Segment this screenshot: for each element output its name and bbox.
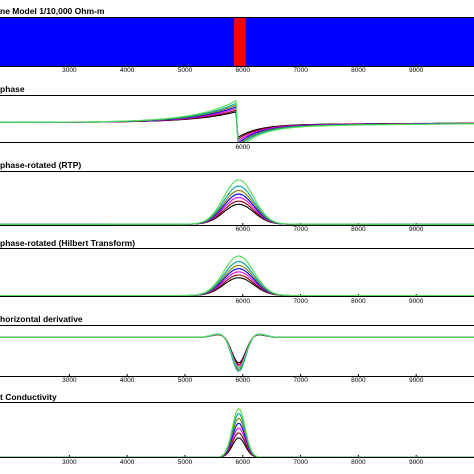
panel-phase: phase 6000: [0, 82, 474, 155]
x-tick-label: 5000: [177, 459, 193, 466]
series-line: [0, 268, 474, 296]
panel-title: phase-rotated (Hilbert Transform): [0, 238, 136, 248]
x-tick-label: 8000: [351, 377, 366, 384]
x-tick-label: 4000: [119, 377, 135, 384]
series-line: [0, 264, 474, 296]
x-tick-label: 5000: [177, 377, 193, 384]
x-tick-label: 8000: [351, 298, 366, 305]
panel-hilbert: phase-rotated (Hilbert Transform) 6000 70…: [0, 237, 474, 310]
plot-area-hilbert: [0, 248, 474, 297]
x-tick-label: 6000: [235, 298, 250, 305]
series-line: [0, 334, 474, 365]
conductive-body: [234, 18, 246, 66]
x-tick-label: 8000: [351, 459, 366, 466]
series-line: [0, 261, 474, 296]
x-tick-label: 8000: [351, 226, 366, 233]
series-line: [0, 437, 474, 457]
panel-title: ne Model 1/10,000 Ohm-m: [0, 6, 105, 16]
plot-area-derivative: [0, 325, 474, 377]
x-tick-label: 4000: [119, 67, 135, 74]
derivative-svg: [0, 333, 474, 376]
x-tick-label: 9000: [408, 377, 424, 384]
conductivity-svg: [0, 408, 474, 457]
plot-area-model: [0, 17, 474, 67]
series-line: [0, 422, 474, 457]
x-tick-label: 7000: [293, 459, 308, 466]
panel-model: ne Model 1/10,000 Ohm-m 3000 4000 5000 6000…: [0, 0, 474, 82]
series-line: [0, 203, 474, 225]
x-tick-label: 3000: [62, 377, 77, 384]
x-tick-label: 7000: [293, 226, 308, 233]
x-axis: 6000 7000 8000 9000: [0, 298, 474, 308]
x-tick-label: 4000: [119, 459, 135, 466]
series-line: [0, 189, 474, 225]
panel-rtp: phase-rotated (RTP) 6000 7000 8000 9000: [0, 155, 474, 237]
panel-title: t Conductivity: [0, 392, 57, 402]
x-tick-label: 7000: [293, 298, 308, 305]
series-line: [0, 99, 474, 142]
plot-area-rtp: [0, 171, 474, 226]
panel-conductivity: t Conductivity 3000 4000 5000 6000 7000 8000 9…: [0, 390, 474, 474]
series-line: [0, 185, 474, 225]
panel-title: phase: [0, 84, 25, 94]
panel-derivative: horizontal derivative 3000 4000 5000 6000 70…: [0, 310, 474, 390]
panel-title: phase-rotated (RTP): [0, 160, 82, 170]
phase-svg: [0, 99, 474, 142]
plot-area-phase: [0, 95, 474, 143]
x-tick-label: 6000: [235, 144, 250, 151]
series-line: [0, 432, 474, 457]
x-axis: 3000 4000 5000 6000 7000 8000 9000: [0, 67, 474, 77]
x-axis: 3000 4000 5000 6000 7000 8000 9000: [0, 459, 474, 469]
x-tick-label: 3000: [62, 459, 77, 466]
x-tick-label: 7000: [293, 67, 308, 74]
rtp-svg: [0, 179, 474, 225]
series-line: [0, 334, 474, 364]
x-tick-label: 6000: [235, 226, 250, 233]
x-axis: 6000: [0, 144, 474, 154]
x-tick-label: 9000: [408, 459, 424, 466]
x-tick-label: 6000: [235, 459, 250, 466]
x-tick-label: 6000: [235, 67, 250, 74]
model-svg: [0, 18, 474, 66]
hilbert-svg: [0, 255, 474, 296]
panel-title: horizontal derivative: [0, 314, 83, 324]
x-tick-label: 9000: [408, 226, 424, 233]
x-tick-label: 8000: [351, 67, 366, 74]
x-tick-label: 9000: [408, 298, 424, 305]
x-tick-label: 9000: [408, 67, 424, 74]
series-line: [0, 193, 474, 225]
series-line: [0, 277, 474, 296]
x-tick-label: 6000: [235, 377, 250, 384]
x-tick-label: 3000: [62, 67, 77, 74]
x-axis: 3000 4000 5000 6000 7000 8000 9000: [0, 377, 474, 387]
plot-area-conductivity: [0, 402, 474, 458]
series-line: [0, 427, 474, 457]
x-tick-label: 5000: [177, 67, 193, 74]
x-axis: 6000 7000 8000 9000: [0, 226, 474, 236]
x-tick-label: 7000: [293, 377, 308, 384]
